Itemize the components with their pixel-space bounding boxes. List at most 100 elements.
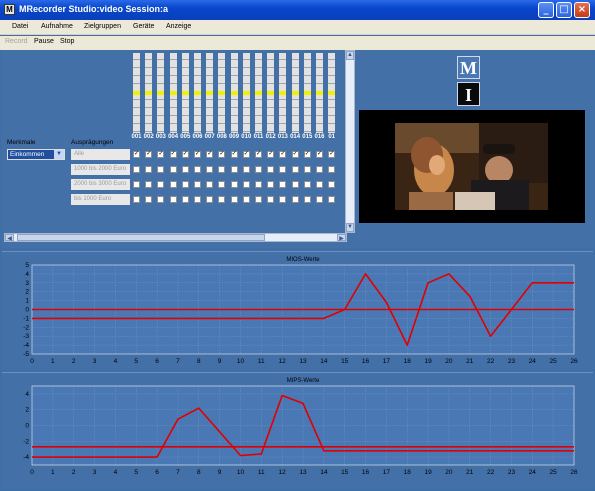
video-player[interactable] bbox=[359, 110, 585, 223]
checkbox-checked[interactable]: ✓ bbox=[133, 151, 140, 158]
scroll-right-icon[interactable]: ▶ bbox=[337, 234, 346, 242]
checkbox[interactable] bbox=[169, 196, 177, 203]
checkbox[interactable] bbox=[316, 196, 323, 203]
checkbox[interactable] bbox=[133, 166, 140, 173]
checkbox[interactable] bbox=[133, 196, 140, 203]
checkbox-checked[interactable]: ✓ bbox=[328, 151, 336, 158]
checkbox[interactable] bbox=[267, 166, 275, 173]
checkbox[interactable] bbox=[169, 166, 177, 173]
maximize-button[interactable]: □ bbox=[556, 2, 572, 18]
checkbox[interactable] bbox=[242, 181, 250, 188]
checkbox-checked[interactable]: ✓ bbox=[206, 151, 214, 158]
checkbox[interactable] bbox=[267, 181, 275, 188]
checkbox[interactable] bbox=[181, 166, 189, 173]
checkbox[interactable] bbox=[194, 196, 201, 203]
checkbox[interactable] bbox=[230, 196, 238, 203]
checkbox[interactable] bbox=[328, 181, 336, 188]
checkbox[interactable] bbox=[242, 196, 250, 203]
checkbox[interactable] bbox=[303, 196, 311, 203]
checkbox[interactable] bbox=[230, 166, 238, 173]
menu-geraete[interactable]: Geräte bbox=[133, 23, 154, 30]
checkbox-checked[interactable]: ✓ bbox=[316, 151, 323, 158]
record-button[interactable]: Record bbox=[5, 38, 28, 45]
x-tick-label: 14 bbox=[320, 469, 328, 476]
checkbox-checked[interactable]: ✓ bbox=[255, 151, 262, 158]
checkbox[interactable] bbox=[230, 181, 238, 188]
checkbox-checked[interactable]: ✓ bbox=[291, 151, 299, 158]
checkbox[interactable] bbox=[133, 181, 140, 188]
checkbox-checked[interactable]: ✓ bbox=[230, 151, 238, 158]
auspraegung-item[interactable]: 2000 bis 3000 Euro bbox=[71, 179, 130, 190]
checkbox[interactable] bbox=[279, 166, 287, 173]
menu-zielgruppen[interactable]: Zielgruppen bbox=[84, 23, 121, 30]
checkbox-checked[interactable]: ✓ bbox=[218, 151, 226, 158]
checkbox[interactable] bbox=[328, 196, 336, 203]
checkbox[interactable] bbox=[218, 196, 226, 203]
checkbox[interactable] bbox=[291, 181, 299, 188]
checkbox[interactable] bbox=[145, 166, 153, 173]
checkbox-checked[interactable]: ✓ bbox=[267, 151, 275, 158]
checkbox[interactable] bbox=[328, 166, 336, 173]
menu-anzeige[interactable]: Anzeige bbox=[166, 23, 191, 30]
y-tick-label: -2 bbox=[23, 438, 29, 445]
checkbox[interactable] bbox=[303, 166, 311, 173]
checkbox[interactable] bbox=[291, 166, 299, 173]
auspraegung-item[interactable]: Alle bbox=[71, 149, 130, 160]
checkbox[interactable] bbox=[279, 181, 287, 188]
checkbox-checked[interactable]: ✓ bbox=[145, 151, 153, 158]
checkbox[interactable] bbox=[303, 181, 311, 188]
checkbox-checked[interactable]: ✓ bbox=[303, 151, 311, 158]
checkbox[interactable] bbox=[206, 196, 214, 203]
checkbox[interactable] bbox=[194, 181, 201, 188]
merkmal-select[interactable]: Einkommen ▼ bbox=[7, 149, 65, 160]
x-tick-label: 8 bbox=[197, 358, 201, 365]
checkbox[interactable] bbox=[279, 196, 287, 203]
checkbox[interactable] bbox=[145, 181, 153, 188]
stop-button[interactable]: Stop bbox=[60, 38, 74, 45]
checkbox[interactable] bbox=[242, 166, 250, 173]
title-bar[interactable]: M MRecorder Studio:video Session:a _ □ × bbox=[0, 0, 595, 20]
checkbox[interactable] bbox=[218, 166, 226, 173]
checkbox[interactable] bbox=[157, 181, 165, 188]
scroll-down-icon[interactable]: ▼ bbox=[346, 223, 354, 232]
scroll-left-icon[interactable]: ◀ bbox=[5, 234, 14, 242]
checkbox[interactable] bbox=[267, 196, 275, 203]
menu-datei[interactable]: Datei bbox=[12, 23, 28, 30]
auspraegung-item[interactable]: bis 1000 Euro bbox=[71, 194, 130, 205]
column-number: 005 bbox=[180, 134, 191, 140]
checkbox[interactable] bbox=[169, 181, 177, 188]
checkbox-checked[interactable]: ✓ bbox=[279, 151, 287, 158]
chevron-down-icon[interactable]: ▼ bbox=[54, 150, 64, 159]
scroll-up-icon[interactable]: ▲ bbox=[346, 51, 354, 60]
column-number: 013 bbox=[277, 134, 288, 140]
horizontal-scrollbar[interactable]: ◀ ▶ bbox=[4, 233, 347, 242]
checkbox[interactable] bbox=[194, 166, 201, 173]
checkbox[interactable] bbox=[291, 196, 299, 203]
auspraegung-item[interactable]: 1000 bis 2000 Euro bbox=[71, 164, 130, 175]
menu-aufnahme[interactable]: Aufnahme bbox=[41, 23, 73, 30]
checkbox[interactable] bbox=[181, 196, 189, 203]
checkbox-checked[interactable]: ✓ bbox=[181, 151, 189, 158]
close-button[interactable]: × bbox=[574, 2, 590, 18]
checkbox[interactable] bbox=[218, 181, 226, 188]
pause-button[interactable]: Pause bbox=[34, 38, 54, 45]
checkbox[interactable] bbox=[255, 166, 262, 173]
checkbox[interactable] bbox=[206, 181, 214, 188]
checkbox-checked[interactable]: ✓ bbox=[169, 151, 177, 158]
minimize-button[interactable]: _ bbox=[538, 2, 554, 18]
checkbox-checked[interactable]: ✓ bbox=[242, 151, 250, 158]
checkbox[interactable] bbox=[316, 181, 323, 188]
checkbox-checked[interactable]: ✓ bbox=[157, 151, 165, 158]
vertical-scrollbar[interactable]: ▲ ▼ bbox=[345, 50, 355, 233]
checkbox[interactable] bbox=[255, 181, 262, 188]
checkbox[interactable] bbox=[316, 166, 323, 173]
scroll-thumb[interactable] bbox=[17, 234, 265, 241]
meter-segment bbox=[206, 59, 214, 60]
checkbox[interactable] bbox=[181, 181, 189, 188]
checkbox[interactable] bbox=[206, 166, 214, 173]
checkbox[interactable] bbox=[157, 166, 165, 173]
checkbox-checked[interactable]: ✓ bbox=[194, 151, 201, 158]
checkbox[interactable] bbox=[255, 196, 262, 203]
checkbox[interactable] bbox=[157, 196, 165, 203]
checkbox[interactable] bbox=[145, 196, 153, 203]
